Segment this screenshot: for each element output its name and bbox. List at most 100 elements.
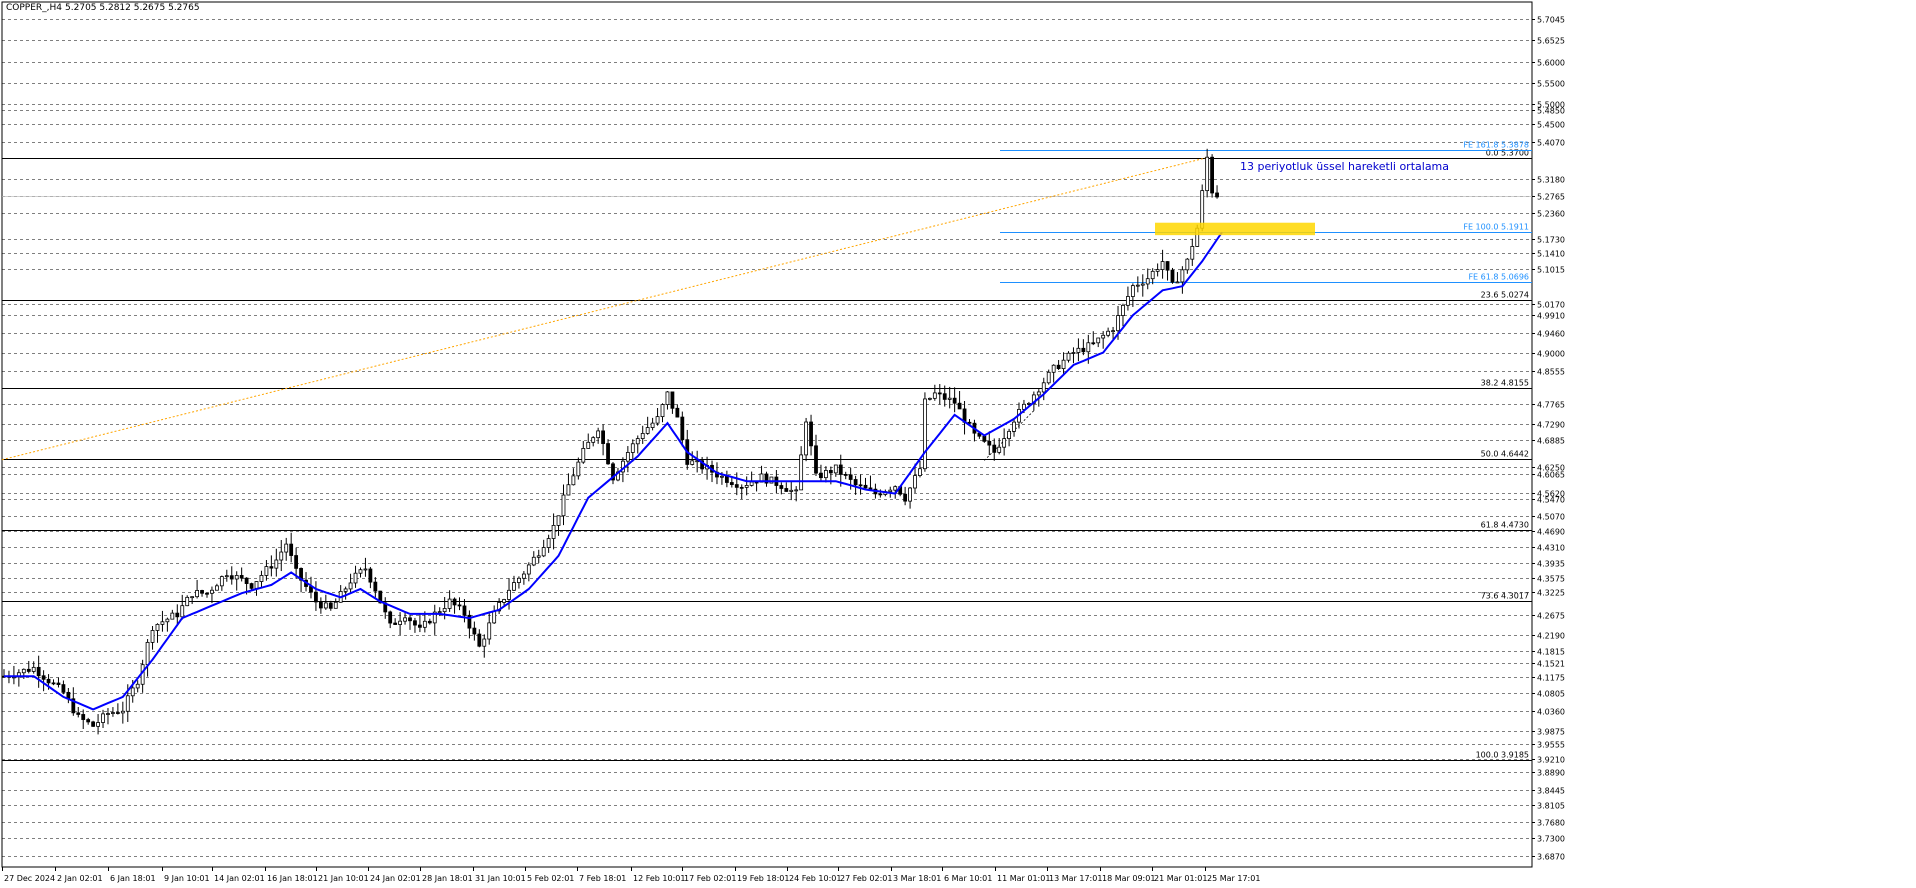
candle-body — [1041, 382, 1046, 393]
candle-body — [205, 592, 209, 595]
candle-body — [858, 484, 863, 487]
time-tick-label: 6 Jan 18:01 — [110, 874, 156, 883]
candle-body — [734, 484, 739, 488]
time-tick-label: 21 Jan 10:01 — [318, 874, 369, 883]
candle-body — [843, 474, 848, 476]
candle-body — [680, 416, 685, 441]
candle-body — [130, 687, 135, 697]
candle-body — [660, 404, 665, 418]
time-tick-label: 5 Feb 02:01 — [527, 874, 574, 883]
candle-body — [571, 475, 576, 486]
price-tick-label: 4.7290 — [1537, 421, 1565, 430]
candle-body — [145, 641, 150, 666]
price-tick-label: 5.6000 — [1537, 59, 1565, 68]
price-tick-label: 3.8890 — [1537, 769, 1565, 778]
candle-body — [749, 481, 754, 486]
candle-body — [848, 474, 853, 480]
candle-body — [150, 630, 155, 643]
candle-body — [91, 721, 96, 727]
candle-body — [86, 719, 91, 723]
candle-body — [388, 611, 393, 624]
candle-body — [101, 713, 105, 723]
price-tick-label: 5.1410 — [1537, 250, 1565, 259]
candle-body — [1170, 269, 1175, 283]
candle-body — [1081, 347, 1086, 353]
price-tick-label: 4.4690 — [1537, 528, 1565, 537]
candle-body — [51, 682, 56, 685]
candle-body — [234, 575, 239, 580]
time-tick-label: 6 Mar 10:01 — [944, 874, 992, 883]
candle-body — [318, 601, 323, 609]
price-tick-label: 5.6525 — [1537, 37, 1565, 46]
candle-body — [41, 675, 46, 680]
price-tick-label: 5.1730 — [1537, 236, 1565, 245]
candle-body — [918, 468, 922, 476]
candle-body — [413, 620, 417, 626]
candle-body — [219, 576, 224, 587]
fe-level-label: FE 100.0 5.1911 — [1463, 223, 1529, 232]
candle-body — [482, 638, 487, 647]
candle-body — [398, 620, 402, 625]
price-tick-label: 4.9000 — [1537, 350, 1565, 359]
candle-body — [720, 475, 724, 478]
price-tick-label: 4.3575 — [1537, 575, 1565, 584]
candle-body — [115, 712, 120, 714]
candle-body — [1126, 296, 1130, 306]
price-tick-label: 5.2765 — [1537, 193, 1565, 202]
candle-body — [828, 470, 833, 474]
candle-body — [244, 577, 249, 584]
price-tick-label: 3.9210 — [1537, 756, 1565, 765]
candle-body — [1106, 330, 1111, 336]
price-tick-label: 3.6870 — [1537, 853, 1565, 862]
candle-body — [200, 590, 204, 594]
candle-body — [462, 605, 467, 616]
candle-body — [31, 666, 36, 672]
candle-body — [878, 493, 883, 496]
candle-body — [36, 666, 41, 677]
candle-body — [348, 582, 353, 590]
candle-body — [81, 714, 86, 720]
price-tick-label: 5.4070 — [1537, 139, 1565, 148]
fib-level-label: 100.0 3.9185 — [1476, 751, 1529, 760]
price-tick-label: 3.9875 — [1537, 728, 1565, 737]
price-chart[interactable]: 0.0 5.3700 23.6 5.0274 38.2 4.8155 50.0 4.6… — [0, 0, 1916, 888]
fib-level-label: 61.8 4.4730 — [1481, 521, 1529, 530]
candle-body — [888, 489, 893, 493]
candle-body — [358, 569, 363, 574]
candle-body — [1027, 402, 1031, 405]
candle-body — [1116, 315, 1120, 332]
candle-body — [333, 601, 338, 609]
candle-body — [566, 484, 571, 496]
candle-body — [284, 543, 289, 553]
candle-body — [422, 620, 427, 628]
candle-body — [408, 617, 412, 622]
price-tick-label: 5.1015 — [1537, 266, 1565, 275]
candle-body — [418, 624, 422, 628]
time-tick-label: 28 Jan 18:01 — [422, 874, 473, 883]
candle-body — [210, 589, 214, 594]
candle-body — [1145, 278, 1150, 285]
candle-body — [264, 566, 269, 576]
candle-body — [645, 427, 650, 434]
candle-body — [314, 591, 318, 603]
candle-body — [824, 470, 828, 479]
candle-body — [581, 448, 586, 463]
time-tick-label: 31 Jan 10:01 — [475, 874, 526, 883]
candle-body — [744, 485, 749, 488]
candle-body — [809, 421, 813, 447]
candle-body — [249, 583, 254, 589]
candle-body — [160, 621, 165, 625]
candle-body — [1140, 283, 1145, 286]
candle-body — [1190, 246, 1195, 260]
time-tick-label: 12 Feb 10:01 — [633, 874, 685, 883]
candle-body — [1215, 192, 1219, 198]
candle-body — [46, 678, 51, 684]
candle-body — [1096, 337, 1101, 344]
time-tick-label: 7 Feb 18:01 — [579, 874, 626, 883]
candle-body — [215, 585, 219, 591]
candle-body — [190, 596, 195, 599]
candle-body — [794, 489, 799, 492]
time-tick-label: 9 Jan 10:01 — [164, 874, 210, 883]
candle-body — [556, 515, 561, 526]
candle-body — [838, 464, 843, 475]
